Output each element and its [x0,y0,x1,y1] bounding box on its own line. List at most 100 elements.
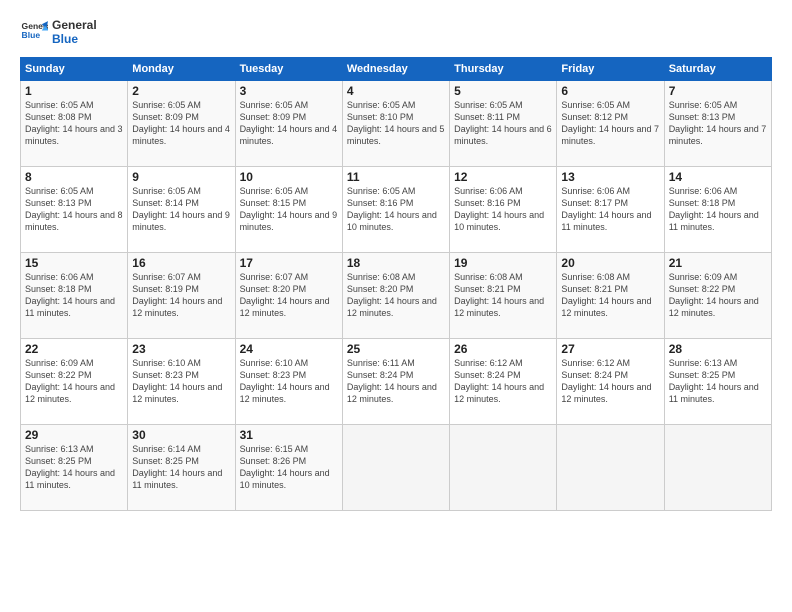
day-number: 4 [347,84,445,98]
calendar-cell: 24 Sunrise: 6:10 AM Sunset: 8:23 PM Dayl… [235,338,342,424]
logo: General Blue General Blue [20,18,97,47]
day-info: Sunrise: 6:14 AM Sunset: 8:25 PM Dayligh… [132,443,230,492]
calendar-week-3: 15 Sunrise: 6:06 AM Sunset: 8:18 PM Dayl… [21,252,772,338]
header-cell-thursday: Thursday [450,57,557,80]
day-info: Sunrise: 6:12 AM Sunset: 8:24 PM Dayligh… [454,357,552,406]
day-info: Sunrise: 6:08 AM Sunset: 8:21 PM Dayligh… [454,271,552,320]
calendar-cell: 9 Sunrise: 6:05 AM Sunset: 8:14 PM Dayli… [128,166,235,252]
calendar-week-1: 1 Sunrise: 6:05 AM Sunset: 8:08 PM Dayli… [21,80,772,166]
calendar-cell: 18 Sunrise: 6:08 AM Sunset: 8:20 PM Dayl… [342,252,449,338]
calendar-cell: 10 Sunrise: 6:05 AM Sunset: 8:15 PM Dayl… [235,166,342,252]
calendar-week-5: 29 Sunrise: 6:13 AM Sunset: 8:25 PM Dayl… [21,424,772,510]
header-cell-saturday: Saturday [664,57,771,80]
calendar-cell: 26 Sunrise: 6:12 AM Sunset: 8:24 PM Dayl… [450,338,557,424]
calendar-body: 1 Sunrise: 6:05 AM Sunset: 8:08 PM Dayli… [21,80,772,510]
header-cell-sunday: Sunday [21,57,128,80]
day-info: Sunrise: 6:05 AM Sunset: 8:13 PM Dayligh… [669,99,767,148]
calendar-cell: 31 Sunrise: 6:15 AM Sunset: 8:26 PM Dayl… [235,424,342,510]
day-number: 28 [669,342,767,356]
day-info: Sunrise: 6:05 AM Sunset: 8:16 PM Dayligh… [347,185,445,234]
svg-text:Blue: Blue [22,31,41,41]
day-info: Sunrise: 6:12 AM Sunset: 8:24 PM Dayligh… [561,357,659,406]
day-info: Sunrise: 6:09 AM Sunset: 8:22 PM Dayligh… [669,271,767,320]
calendar-week-4: 22 Sunrise: 6:09 AM Sunset: 8:22 PM Dayl… [21,338,772,424]
calendar-cell: 2 Sunrise: 6:05 AM Sunset: 8:09 PM Dayli… [128,80,235,166]
calendar-header-row: SundayMondayTuesdayWednesdayThursdayFrid… [21,57,772,80]
day-number: 20 [561,256,659,270]
calendar-cell: 19 Sunrise: 6:08 AM Sunset: 8:21 PM Dayl… [450,252,557,338]
header-cell-tuesday: Tuesday [235,57,342,80]
day-number: 22 [25,342,123,356]
day-number: 2 [132,84,230,98]
calendar-cell: 5 Sunrise: 6:05 AM Sunset: 8:11 PM Dayli… [450,80,557,166]
day-info: Sunrise: 6:06 AM Sunset: 8:18 PM Dayligh… [25,271,123,320]
calendar-cell: 27 Sunrise: 6:12 AM Sunset: 8:24 PM Dayl… [557,338,664,424]
day-info: Sunrise: 6:09 AM Sunset: 8:22 PM Dayligh… [25,357,123,406]
day-info: Sunrise: 6:05 AM Sunset: 8:14 PM Dayligh… [132,185,230,234]
header-cell-friday: Friday [557,57,664,80]
day-number: 26 [454,342,552,356]
calendar-cell: 20 Sunrise: 6:08 AM Sunset: 8:21 PM Dayl… [557,252,664,338]
day-info: Sunrise: 6:05 AM Sunset: 8:09 PM Dayligh… [240,99,338,148]
calendar-cell: 22 Sunrise: 6:09 AM Sunset: 8:22 PM Dayl… [21,338,128,424]
header-cell-wednesday: Wednesday [342,57,449,80]
day-number: 10 [240,170,338,184]
calendar-cell: 28 Sunrise: 6:13 AM Sunset: 8:25 PM Dayl… [664,338,771,424]
calendar-cell: 3 Sunrise: 6:05 AM Sunset: 8:09 PM Dayli… [235,80,342,166]
day-number: 13 [561,170,659,184]
day-info: Sunrise: 6:05 AM Sunset: 8:09 PM Dayligh… [132,99,230,148]
calendar-cell: 7 Sunrise: 6:05 AM Sunset: 8:13 PM Dayli… [664,80,771,166]
day-info: Sunrise: 6:05 AM Sunset: 8:13 PM Dayligh… [25,185,123,234]
calendar-cell: 4 Sunrise: 6:05 AM Sunset: 8:10 PM Dayli… [342,80,449,166]
calendar-cell: 21 Sunrise: 6:09 AM Sunset: 8:22 PM Dayl… [664,252,771,338]
day-number: 12 [454,170,552,184]
day-number: 30 [132,428,230,442]
day-number: 24 [240,342,338,356]
calendar-cell: 6 Sunrise: 6:05 AM Sunset: 8:12 PM Dayli… [557,80,664,166]
calendar-cell: 15 Sunrise: 6:06 AM Sunset: 8:18 PM Dayl… [21,252,128,338]
day-info: Sunrise: 6:13 AM Sunset: 8:25 PM Dayligh… [25,443,123,492]
calendar-cell: 30 Sunrise: 6:14 AM Sunset: 8:25 PM Dayl… [128,424,235,510]
calendar-cell [342,424,449,510]
day-number: 16 [132,256,230,270]
calendar-cell [664,424,771,510]
day-info: Sunrise: 6:15 AM Sunset: 8:26 PM Dayligh… [240,443,338,492]
day-info: Sunrise: 6:05 AM Sunset: 8:12 PM Dayligh… [561,99,659,148]
day-number: 9 [132,170,230,184]
day-number: 5 [454,84,552,98]
day-info: Sunrise: 6:08 AM Sunset: 8:21 PM Dayligh… [561,271,659,320]
day-number: 3 [240,84,338,98]
calendar-cell [557,424,664,510]
calendar-cell: 13 Sunrise: 6:06 AM Sunset: 8:17 PM Dayl… [557,166,664,252]
day-info: Sunrise: 6:05 AM Sunset: 8:08 PM Dayligh… [25,99,123,148]
day-info: Sunrise: 6:05 AM Sunset: 8:11 PM Dayligh… [454,99,552,148]
calendar-cell: 23 Sunrise: 6:10 AM Sunset: 8:23 PM Dayl… [128,338,235,424]
day-info: Sunrise: 6:06 AM Sunset: 8:18 PM Dayligh… [669,185,767,234]
logo-text: General Blue [52,18,97,47]
day-number: 18 [347,256,445,270]
calendar-cell: 8 Sunrise: 6:05 AM Sunset: 8:13 PM Dayli… [21,166,128,252]
day-info: Sunrise: 6:13 AM Sunset: 8:25 PM Dayligh… [669,357,767,406]
day-number: 25 [347,342,445,356]
day-info: Sunrise: 6:06 AM Sunset: 8:17 PM Dayligh… [561,185,659,234]
day-info: Sunrise: 6:05 AM Sunset: 8:10 PM Dayligh… [347,99,445,148]
day-info: Sunrise: 6:07 AM Sunset: 8:19 PM Dayligh… [132,271,230,320]
page: General Blue General Blue SundayMondayTu… [0,0,792,612]
calendar-cell: 16 Sunrise: 6:07 AM Sunset: 8:19 PM Dayl… [128,252,235,338]
day-info: Sunrise: 6:11 AM Sunset: 8:24 PM Dayligh… [347,357,445,406]
day-number: 15 [25,256,123,270]
day-info: Sunrise: 6:10 AM Sunset: 8:23 PM Dayligh… [132,357,230,406]
day-info: Sunrise: 6:06 AM Sunset: 8:16 PM Dayligh… [454,185,552,234]
day-number: 21 [669,256,767,270]
calendar-week-2: 8 Sunrise: 6:05 AM Sunset: 8:13 PM Dayli… [21,166,772,252]
calendar-cell [450,424,557,510]
day-info: Sunrise: 6:10 AM Sunset: 8:23 PM Dayligh… [240,357,338,406]
logo-icon: General Blue [20,18,48,46]
calendar-cell: 14 Sunrise: 6:06 AM Sunset: 8:18 PM Dayl… [664,166,771,252]
day-number: 11 [347,170,445,184]
day-number: 27 [561,342,659,356]
calendar-cell: 12 Sunrise: 6:06 AM Sunset: 8:16 PM Dayl… [450,166,557,252]
day-info: Sunrise: 6:07 AM Sunset: 8:20 PM Dayligh… [240,271,338,320]
day-number: 14 [669,170,767,184]
header-cell-monday: Monday [128,57,235,80]
